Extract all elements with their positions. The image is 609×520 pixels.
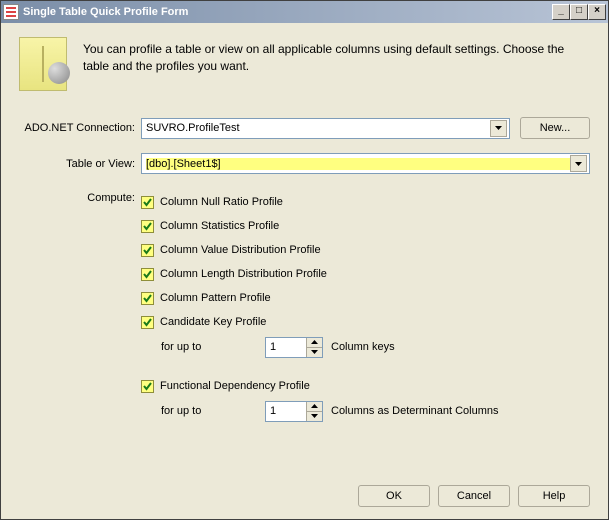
column-keys-row: for up to Column keys xyxy=(141,334,590,360)
dialog-body: You can profile a table or view on all a… xyxy=(1,23,608,519)
determinant-spinner[interactable] xyxy=(265,401,323,422)
check-null-ratio-label: Column Null Ratio Profile xyxy=(160,196,283,208)
spinner-down-icon[interactable] xyxy=(307,348,322,357)
connection-label: ADO.NET Connection: xyxy=(19,122,141,134)
column-keys-trail: Column keys xyxy=(331,341,395,353)
check-statistics[interactable] xyxy=(141,220,154,233)
check-candidate-key[interactable] xyxy=(141,316,154,329)
compute-list: Column Null Ratio Profile Column Statist… xyxy=(141,188,590,424)
spinner-up-icon[interactable] xyxy=(307,338,322,348)
table-label: Table or View: xyxy=(19,158,141,170)
intro-text: You can profile a table or view on all a… xyxy=(83,37,590,91)
check-length-dist[interactable] xyxy=(141,268,154,281)
chevron-down-icon[interactable] xyxy=(490,120,507,137)
spinner-down-icon[interactable] xyxy=(307,412,322,421)
check-functional-label: Functional Dependency Profile xyxy=(160,380,310,392)
intro-section: You can profile a table or view on all a… xyxy=(19,37,590,91)
for-up-to-label-2: for up to xyxy=(161,405,257,417)
window-controls: _ □ × xyxy=(552,4,606,20)
profile-icon xyxy=(19,37,67,91)
determinant-input[interactable] xyxy=(266,402,306,421)
check-value-dist[interactable] xyxy=(141,244,154,257)
connection-combo[interactable]: SUVRO.ProfileTest xyxy=(141,118,510,139)
window-title: Single Table Quick Profile Form xyxy=(23,6,552,18)
dialog-buttons: OK Cancel Help xyxy=(358,485,590,507)
check-statistics-row: Column Statistics Profile xyxy=(141,214,590,238)
connection-row: ADO.NET Connection: SUVRO.ProfileTest Ne… xyxy=(19,117,590,139)
compute-label: Compute: xyxy=(19,188,141,424)
table-combo[interactable]: [dbo].[Sheet1$] xyxy=(141,153,590,174)
check-length-dist-label: Column Length Distribution Profile xyxy=(160,268,327,280)
table-value: [dbo].[Sheet1$] xyxy=(146,158,570,170)
dialog-window: Single Table Quick Profile Form _ □ × Yo… xyxy=(0,0,609,520)
close-button[interactable]: × xyxy=(588,4,606,20)
check-pattern[interactable] xyxy=(141,292,154,305)
determinant-trail: Columns as Determinant Columns xyxy=(331,405,499,417)
check-statistics-label: Column Statistics Profile xyxy=(160,220,279,232)
check-value-dist-label: Column Value Distribution Profile xyxy=(160,244,321,256)
maximize-button[interactable]: □ xyxy=(570,4,588,20)
chevron-down-icon[interactable] xyxy=(570,155,587,172)
check-candidate-key-row: Candidate Key Profile xyxy=(141,310,590,334)
check-value-dist-row: Column Value Distribution Profile xyxy=(141,238,590,262)
check-functional[interactable] xyxy=(141,380,154,393)
check-null-ratio[interactable] xyxy=(141,196,154,209)
minimize-button[interactable]: _ xyxy=(552,4,570,20)
spinner-up-icon[interactable] xyxy=(307,402,322,412)
connection-value: SUVRO.ProfileTest xyxy=(146,122,490,134)
check-null-ratio-row: Column Null Ratio Profile xyxy=(141,190,590,214)
check-length-dist-row: Column Length Distribution Profile xyxy=(141,262,590,286)
column-keys-spinner[interactable] xyxy=(265,337,323,358)
determinant-row: for up to Columns as Determinant Columns xyxy=(141,398,590,424)
check-functional-row: Functional Dependency Profile xyxy=(141,374,590,398)
check-pattern-row: Column Pattern Profile xyxy=(141,286,590,310)
help-button[interactable]: Help xyxy=(518,485,590,507)
for-up-to-label-1: for up to xyxy=(161,341,257,353)
compute-section: Compute: Column Null Ratio Profile Colum… xyxy=(19,188,590,424)
check-candidate-key-label: Candidate Key Profile xyxy=(160,316,266,328)
check-pattern-label: Column Pattern Profile xyxy=(160,292,271,304)
titlebar: Single Table Quick Profile Form _ □ × xyxy=(1,1,608,23)
app-icon xyxy=(3,4,19,20)
column-keys-input[interactable] xyxy=(266,338,306,357)
table-row: Table or View: [dbo].[Sheet1$] xyxy=(19,153,590,174)
ok-button[interactable]: OK xyxy=(358,485,430,507)
new-connection-button[interactable]: New... xyxy=(520,117,590,139)
cancel-button[interactable]: Cancel xyxy=(438,485,510,507)
